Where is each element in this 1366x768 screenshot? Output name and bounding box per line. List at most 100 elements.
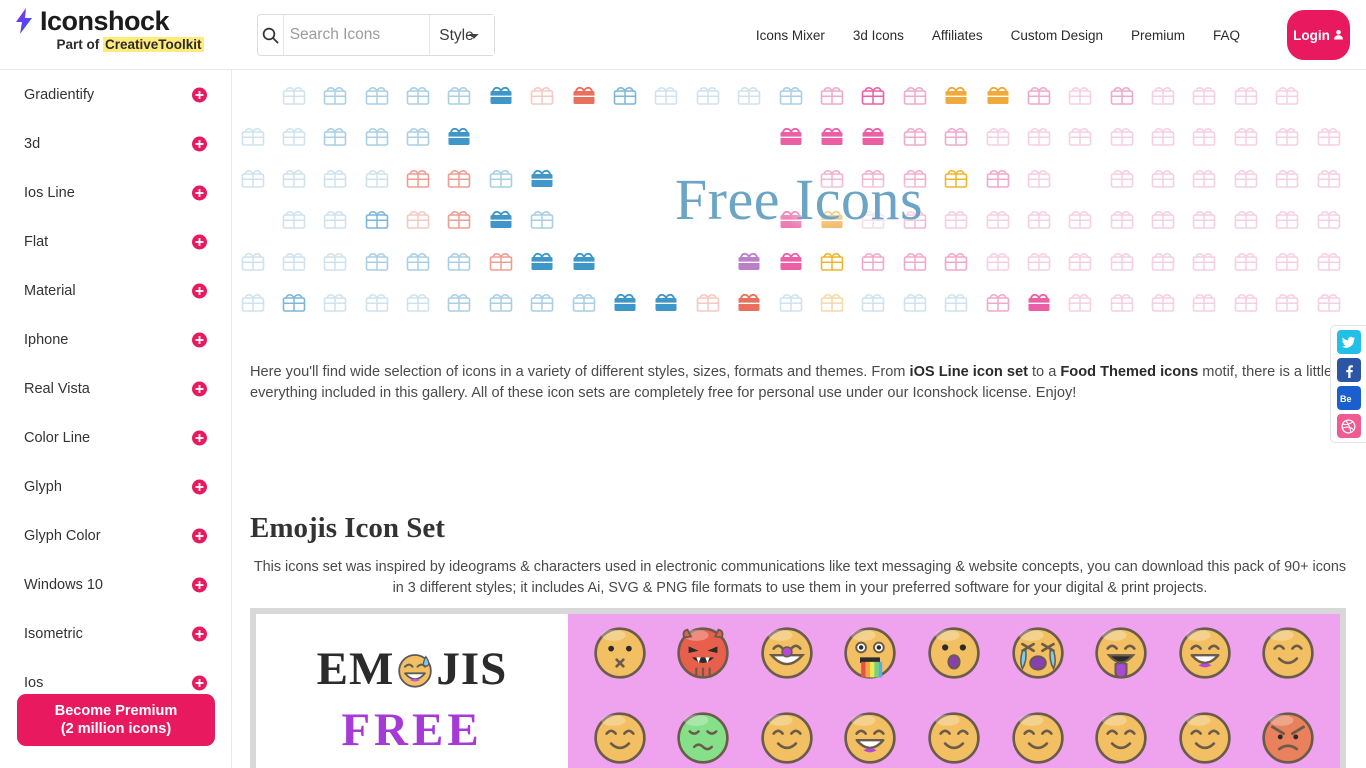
plus-circle-icon[interactable] [192,234,207,249]
behance-icon[interactable]: Be [1336,386,1361,410]
sidebar-item-label: Windows 10 [24,576,103,593]
gift-icon [273,242,314,283]
sidebar-item-3d[interactable]: 3d [0,119,231,168]
gift-icon [1018,242,1059,283]
gift-icon-empty [522,118,563,159]
nav-item-premium[interactable]: Premium [1117,28,1199,43]
plus-circle-icon[interactable] [192,626,207,641]
plus-circle-icon[interactable] [192,283,207,298]
angry-face [1257,707,1319,768]
gift-icon [853,159,894,200]
sidebar-item-glyph[interactable]: Glyph [0,462,231,511]
gift-icon [232,284,273,319]
sidebar-item-label: Iphone [24,331,69,348]
gift-icon [1267,284,1308,319]
gift-icon [315,284,356,319]
gift-icon [1018,201,1059,242]
nav-item-faq[interactable]: FAQ [1199,28,1254,43]
sidebar-item-glyph-color[interactable]: Glyph Color [0,511,231,560]
plus-circle-icon[interactable] [192,675,207,690]
plus-circle-icon[interactable] [192,528,207,543]
sidebar-item-material[interactable]: Material [0,266,231,315]
site-header: Iconshock Part of CreativeToolkit Style … [0,0,1366,70]
sidebar-item-label: Glyph Color [24,527,101,544]
gift-icon-empty [605,118,646,159]
gift-icon [1101,242,1142,283]
nav-item-3d-icons[interactable]: 3d Icons [839,28,918,43]
gift-icon [1225,284,1266,319]
gift-icon-empty [729,159,770,200]
gift-icon [1184,76,1225,117]
gift-icon [1101,284,1142,319]
gift-icon [811,118,852,159]
twitter-icon[interactable] [1336,330,1361,354]
lightning-bolt-icon [14,8,34,34]
emojis-promo-banner[interactable]: EM JIS FREE [250,608,1346,768]
gift-icon [853,201,894,242]
gift-icon [1308,284,1349,319]
nauseated-face [672,707,734,768]
gift-icon [232,159,273,200]
gift-icon [1018,76,1059,117]
plus-circle-icon[interactable] [192,87,207,102]
sidebar-item-color-line[interactable]: Color Line [0,413,231,462]
loudly-crying-face [1007,622,1069,684]
plus-circle-icon[interactable] [192,136,207,151]
search-input[interactable] [283,15,430,55]
grinning-sweat-emoji [395,650,435,690]
neutral-face [923,707,985,768]
dribbble-icon[interactable] [1336,414,1361,438]
section-description: This icons set was inspired by ideograms… [253,559,1347,596]
sidebar-item-isometric[interactable]: Isometric [0,609,231,658]
user-icon [1333,28,1344,43]
plus-circle-icon[interactable] [192,332,207,347]
gift-icon-empty [605,242,646,283]
login-button[interactable]: Login [1287,10,1350,60]
gift-icon [439,159,480,200]
gift-icon [1308,242,1349,283]
gift-icon-empty [232,201,273,242]
plus-circle-icon[interactable] [192,185,207,200]
gift-icon [398,159,439,200]
search-icon[interactable] [258,15,284,55]
login-label: Login [1293,27,1330,43]
sidebar-item-iphone[interactable]: Iphone [0,315,231,364]
hero-banner: Free Icons [232,70,1366,318]
sidebar-item-label: Glyph [24,478,62,495]
gift-icon [1267,201,1308,242]
nav-item-affiliates[interactable]: Affiliates [918,28,997,43]
sidebar-item-gradientify[interactable]: Gradientify [0,70,231,119]
become-premium-button[interactable]: Become Premium (2 million icons) [17,694,215,746]
gift-icon [439,76,480,117]
gift-icon-empty [687,242,728,283]
clown-face [756,622,818,684]
content-face [1090,707,1152,768]
gift-icon [522,159,563,200]
plus-circle-icon[interactable] [192,577,207,592]
plus-circle-icon[interactable] [192,479,207,494]
gift-icon [1267,118,1308,159]
gift-icon [977,76,1018,117]
gift-icon [1143,118,1184,159]
category-sidebar: Gradientify 3d Ios Line Flat Material Iphone R… [0,70,232,768]
sidebar-item-flat[interactable]: Flat [0,217,231,266]
gift-icon [770,76,811,117]
facebook-icon[interactable] [1336,358,1361,382]
gift-icon [232,242,273,283]
sidebar-item-real-vista[interactable]: Real Vista [0,364,231,413]
style-select[interactable]: Style [429,15,494,55]
gift-icon [1101,118,1142,159]
sidebar-item-windows-10[interactable]: Windows 10 [0,560,231,609]
nav-item-icons-mixer[interactable]: Icons Mixer [742,28,839,43]
gift-icon [894,76,935,117]
sidebar-item-ios-line[interactable]: Ios Line [0,168,231,217]
gift-icon [853,118,894,159]
plus-circle-icon[interactable] [192,381,207,396]
plus-circle-icon[interactable] [192,430,207,445]
promo-word-part-2: JIS [436,643,508,695]
gift-icon [977,159,1018,200]
gift-icon [315,201,356,242]
nav-item-custom-design[interactable]: Custom Design [997,28,1117,43]
logo[interactable]: Iconshock Part of CreativeToolkit [14,6,254,52]
sidebar-item-label: 3d [24,135,41,152]
